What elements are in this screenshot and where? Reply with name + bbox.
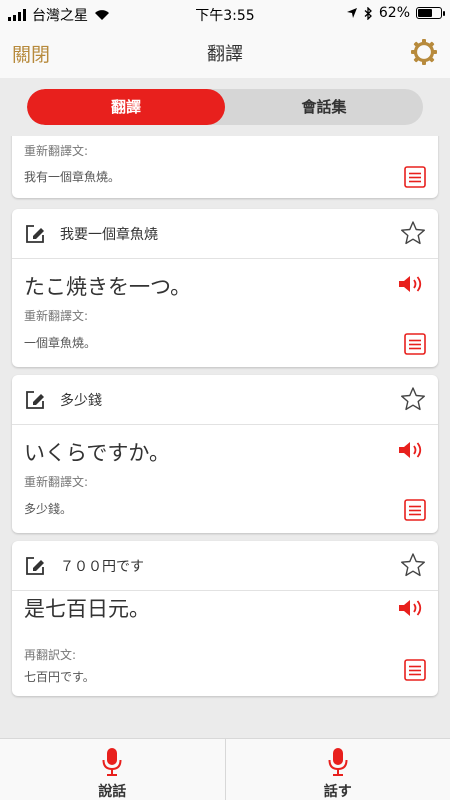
page-title: 翻譯 bbox=[207, 44, 243, 65]
microphone-icon bbox=[102, 748, 122, 776]
favorite-star-icon[interactable] bbox=[400, 220, 426, 246]
translation-card: 重新翻譯文: 我有一個章魚燒。 bbox=[12, 136, 438, 198]
speak-japanese-label: 話す bbox=[323, 784, 352, 800]
speak-chinese-label: 說話 bbox=[98, 784, 127, 800]
retranslation-label: 重新翻譯文: bbox=[24, 309, 89, 323]
details-document-icon[interactable] bbox=[404, 659, 426, 681]
retranslation-label: 重新翻譯文: bbox=[24, 144, 89, 158]
tab-translate[interactable]: 翻譯 bbox=[27, 89, 225, 125]
segmented-control: 翻譯 會話集 bbox=[27, 89, 423, 125]
translated-text: たこ焼きを一つ。 bbox=[24, 275, 192, 299]
navigation-bar: 關閉 翻譯 bbox=[0, 28, 450, 78]
favorite-star-icon[interactable] bbox=[400, 552, 426, 578]
speak-japanese-button[interactable]: 話す bbox=[224, 739, 450, 800]
settings-gear-icon[interactable] bbox=[410, 38, 438, 66]
translation-list[interactable]: 重新翻譯文: 我有一個章魚燒。 我要一個章魚燒 たこ焼きを一つ。 重新翻譯文: … bbox=[0, 136, 450, 738]
edit-icon[interactable] bbox=[24, 555, 46, 577]
speaker-icon[interactable] bbox=[398, 439, 426, 461]
card-header: ７００円です bbox=[12, 541, 438, 591]
battery-icon bbox=[416, 7, 445, 19]
retranslation-label: 重新翻譯文: bbox=[24, 475, 89, 489]
details-document-icon[interactable] bbox=[404, 499, 426, 521]
retranslation-text: 多少錢。 bbox=[24, 502, 73, 516]
edit-icon[interactable] bbox=[24, 389, 46, 411]
microphone-icon bbox=[328, 748, 348, 776]
details-document-icon[interactable] bbox=[404, 166, 426, 188]
retranslation-text: 一個章魚燒。 bbox=[24, 336, 97, 350]
bluetooth-icon bbox=[364, 6, 372, 20]
bottom-toolbar: 說話 話す bbox=[0, 738, 450, 800]
retranslation-text: 我有一個章魚燒。 bbox=[24, 170, 121, 184]
status-bar: 台灣之星 下午3:55 62% bbox=[0, 0, 450, 28]
speaker-icon[interactable] bbox=[398, 273, 426, 295]
translated-text: いくらですか。 bbox=[24, 441, 170, 465]
translated-text: 是七百日元。 bbox=[24, 597, 150, 621]
translation-card: ７００円です 是七百日元。 再翻訳文: 七百円です。 bbox=[12, 541, 438, 696]
location-arrow-icon bbox=[346, 8, 357, 18]
tab-phrasebook[interactable]: 會話集 bbox=[225, 89, 423, 125]
card-header: 多少錢 bbox=[12, 375, 438, 425]
tab-bar-container: 翻譯 會話集 bbox=[0, 78, 450, 136]
source-text: 我要一個章魚燒 bbox=[60, 227, 158, 243]
speak-chinese-button[interactable]: 說話 bbox=[0, 739, 225, 800]
edit-icon[interactable] bbox=[24, 223, 46, 245]
translation-card: 我要一個章魚燒 たこ焼きを一つ。 重新翻譯文: 一個章魚燒。 bbox=[12, 209, 438, 367]
translation-card: 多少錢 いくらですか。 重新翻譯文: 多少錢。 bbox=[12, 375, 438, 533]
favorite-star-icon[interactable] bbox=[400, 386, 426, 412]
source-text: ７００円です bbox=[60, 559, 144, 575]
battery-percent: 62% bbox=[378, 5, 410, 21]
details-document-icon[interactable] bbox=[404, 333, 426, 355]
retranslation-label: 再翻訳文: bbox=[24, 648, 77, 662]
speaker-icon[interactable] bbox=[398, 597, 426, 619]
card-header: 我要一個章魚燒 bbox=[12, 209, 438, 259]
source-text: 多少錢 bbox=[60, 393, 102, 409]
battery-fill bbox=[418, 9, 432, 17]
retranslation-text: 七百円です。 bbox=[24, 670, 95, 684]
